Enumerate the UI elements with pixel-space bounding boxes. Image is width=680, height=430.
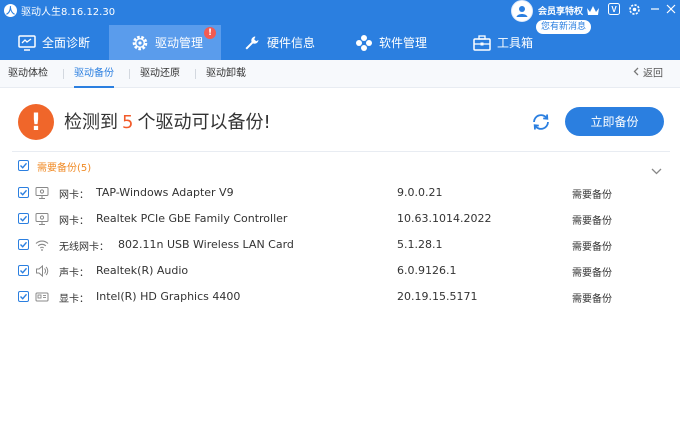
headline-suffix: 个驱动可以备份! [137,112,271,133]
driver-row: 显卡： Intel(R) HD Graphics 4400 20.19.15.5… [0,284,680,310]
driver-row: 网卡： TAP-Windows Adapter V9 9.0.0.21 需要备份 [0,180,680,206]
new-message-pill[interactable]: 您有新消息 [536,20,592,34]
driver-version: 6.0.9126.1 [397,264,457,277]
driver-name: 802.11n USB Wireless LAN Card [118,238,294,251]
driver-type: 网卡： [59,190,89,201]
subnav-divider [195,69,196,79]
divider [12,151,670,152]
subnav-driver-restore[interactable]: 驱动还原 [140,60,180,88]
subnav-driver-uninstall[interactable]: 驱动卸载 [206,60,246,88]
driver-row: 声卡： Realtek(R) Audio 6.0.9126.1 需要备份 [0,258,680,284]
driver-name: Realtek PCIe GbE Family Controller [96,212,288,225]
tab-label: 驱动管理 [155,36,204,50]
driver-checkbox[interactable] [18,291,29,302]
driver-type: 网卡： [59,216,89,227]
app-logo-icon: 人 [4,3,17,17]
driver-type: 显卡： [59,294,89,305]
driver-name: TAP-Windows Adapter V9 [96,186,234,199]
driver-version: 5.1.28.1 [397,238,443,251]
driver-status: 需要备份 [572,268,612,279]
toolbox-icon [473,34,491,52]
close-icon[interactable] [664,2,678,16]
tab-driver-management[interactable]: 驱动管理 ! [109,25,221,60]
group-label: 需要备份(5) [37,163,92,174]
driver-row: 无线网卡： 802.11n USB Wireless LAN Card 5.1.… [0,232,680,258]
subnav-divider [129,69,130,79]
driver-status: 需要备份 [572,242,612,253]
settings-icon[interactable] [627,2,641,16]
chevron-down-icon[interactable] [651,160,662,179]
driver-type: 无线网卡： [59,242,109,253]
driver-version: 9.0.0.21 [397,186,443,199]
headline-prefix: 检测到 [64,112,118,133]
tab-label: 全面诊断 [42,36,91,50]
subnav-driver-checkup[interactable]: 驱动体检 [8,60,48,88]
driver-type: 声卡： [59,268,89,279]
sub-navigation: 驱动体检 驱动备份 驱动还原 驱动卸载 返回 [0,60,680,88]
chevron-left-icon [633,60,639,87]
title-bar: 人 驱动人生8.16.12.30 会员享特权 您有新消息 V 全面诊断 驱动管理… [0,0,680,60]
speaker-icon [35,264,49,278]
graphics-card-icon [35,290,49,304]
checkmark-icon [20,189,28,196]
notification-badge: ! [204,27,216,39]
wrench-icon [243,34,261,52]
subnav-driver-backup[interactable]: 驱动备份 [74,60,114,88]
driver-checkbox[interactable] [18,239,29,250]
driver-checkbox[interactable] [18,213,29,224]
driver-status: 需要备份 [572,294,612,305]
driver-row: 网卡： Realtek PCIe GbE Family Controller 1… [0,206,680,232]
gear-icon [131,34,149,52]
minimize-icon[interactable] [648,2,662,16]
checkmark-icon [20,241,28,248]
vip-label[interactable]: 会员享特权 [538,4,583,17]
driver-checkbox[interactable] [18,265,29,276]
tab-label: 工具箱 [497,36,534,50]
app-title-text: 驱动人生8.16.12.30 [21,6,116,18]
driver-version: 20.19.15.5171 [397,290,478,303]
tab-label: 硬件信息 [267,36,316,50]
network-card-icon [35,212,49,226]
vip-v-label: V [611,5,617,14]
checkmark-icon [20,293,28,300]
tab-diagnose[interactable]: 全面诊断 [18,25,90,60]
app-title: 人 驱动人生8.16.12.30 [4,3,116,18]
avatar[interactable] [511,0,533,22]
network-card-icon [35,186,49,200]
driver-checkbox[interactable] [18,187,29,198]
subnav-divider [63,69,64,79]
apps-icon [355,34,373,52]
back-button[interactable]: 返回 [633,60,663,88]
driver-status: 需要备份 [572,216,612,227]
driver-name: Realtek(R) Audio [96,264,189,277]
checkmark-icon [20,215,28,222]
tab-hardware-info[interactable]: 硬件信息 [243,25,315,60]
group-checkbox[interactable] [18,160,29,171]
detection-headline: 检测到 5 个驱动可以备份! [64,108,271,134]
monitor-icon [18,34,36,52]
warning-icon: ! [18,104,54,140]
refresh-icon[interactable] [529,110,553,134]
crown-icon[interactable] [586,2,600,21]
checkmark-icon [20,267,28,274]
tab-label: 软件管理 [379,36,428,50]
driver-name: Intel(R) HD Graphics 4400 [96,290,241,303]
driver-count: 5 [122,112,134,133]
checkmark-icon [20,162,28,169]
back-label: 返回 [643,68,663,80]
driver-version: 10.63.1014.2022 [397,212,492,225]
backup-now-button[interactable]: 立即备份 [565,107,664,136]
wifi-icon [35,238,49,252]
tab-toolbox[interactable]: 工具箱 [473,25,533,60]
vip-v-icon[interactable]: V [607,2,621,16]
tab-software-management[interactable]: 软件管理 [355,25,427,60]
driver-status: 需要备份 [572,190,612,201]
